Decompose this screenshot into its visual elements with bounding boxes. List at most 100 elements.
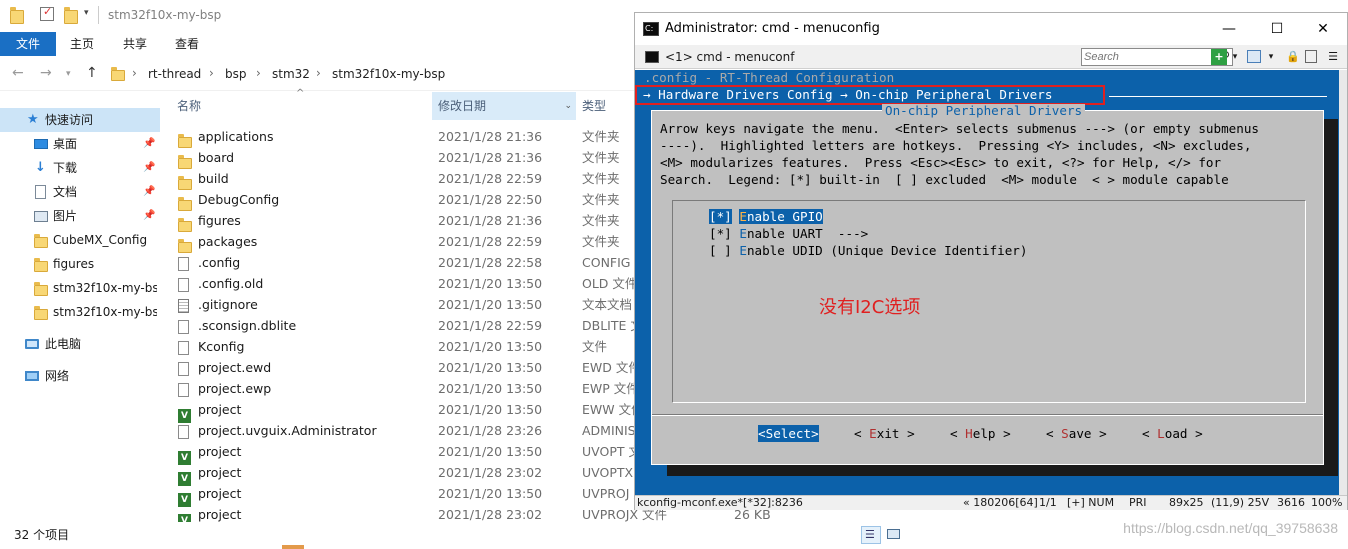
up-arrow-icon[interactable]: ↑: [86, 65, 98, 81]
panel-icon[interactable]: [1305, 50, 1317, 63]
file-date: 2021/1/28 22:58: [438, 255, 543, 270]
file-icon: [178, 257, 189, 271]
divider: [652, 415, 1323, 416]
tab-share[interactable]: 共享: [115, 32, 155, 56]
back-arrow-icon[interactable]: ←: [12, 65, 24, 81]
download-icon: ↓: [35, 160, 46, 175]
nav-item-label: figures: [53, 257, 95, 271]
nav-item-downloads[interactable]: ↓ 下载 📌: [0, 156, 160, 180]
button-label: ave >: [1068, 426, 1107, 441]
menu-item-enable-uart[interactable]: [*] Enable UART --->: [709, 225, 868, 242]
breadcrumb-bsp[interactable]: bsp: [225, 67, 247, 81]
menu-item-label: nable GPIO: [746, 209, 823, 224]
console-tab[interactable]: <1> cmd - menuconf: [641, 47, 794, 67]
large-icons-view-button[interactable]: [884, 526, 904, 544]
menu-item-label: nable UDID (Unique Device Identifier): [746, 243, 1028, 258]
file-date: 2021/1/20 13:50: [438, 339, 543, 354]
tab-file[interactable]: 文件: [0, 32, 56, 56]
pictures-icon: [34, 211, 48, 222]
console-tabbar: <1> cmd - menuconf ⚲ + ▾ ▾ 🔒 ☰: [635, 45, 1347, 69]
nav-item-cubemx-config[interactable]: CubeMX_Config: [0, 228, 160, 252]
console-area[interactable]: .config - RT-Thread Configuration → Hard…: [635, 70, 1339, 495]
console-scrollbar[interactable]: [1339, 70, 1347, 495]
window-title: Administrator: cmd - menuconfig: [665, 21, 880, 36]
button-label: elect>: [773, 426, 819, 441]
menu-item-hotkey: E: [739, 209, 747, 224]
status-position: « 180206[64]: [963, 496, 1038, 509]
nav-item-label: 图片: [53, 209, 78, 223]
annotation-text: 没有I2C选项: [819, 297, 921, 318]
chevron-down-icon[interactable]: ▾: [1263, 49, 1279, 65]
load-button[interactable]: < Load >: [1142, 425, 1203, 442]
nav-item-network[interactable]: 网络: [0, 364, 160, 388]
chevron-down-icon[interactable]: ▾: [1227, 49, 1243, 65]
help-text-line: <M> modularizes features. Press <Esc><Es…: [660, 155, 1222, 170]
tab-home[interactable]: 主页: [62, 32, 102, 56]
file-type: 文件夹: [582, 192, 620, 207]
properties-icon[interactable]: ✓: [40, 5, 54, 21]
maximize-button[interactable]: ☐: [1257, 17, 1297, 41]
help-text-line: Search. Legend: [*] built-in [ ] exclude…: [660, 172, 1229, 187]
chevron-down-icon[interactable]: ⌄: [564, 92, 572, 120]
file-type: EWD 文件: [582, 360, 641, 375]
breadcrumb-separator: ›: [316, 66, 321, 80]
exit-button[interactable]: < Exit >: [854, 425, 915, 442]
forward-arrow-icon[interactable]: →: [40, 65, 52, 81]
file-date: 2021/1/20 13:50: [438, 402, 543, 417]
nav-item-label: 此电脑: [45, 337, 82, 351]
dialog-title: On-chip Peripheral Drivers: [882, 104, 1086, 118]
new-console-icon[interactable]: +: [1211, 49, 1227, 65]
tab-view[interactable]: 查看: [167, 32, 207, 56]
nav-item-this-pc[interactable]: 此电脑: [0, 332, 160, 356]
network-icon: [25, 371, 39, 381]
pin-icon[interactable]: 📌: [143, 180, 155, 204]
window-layout-icon[interactable]: [1247, 50, 1261, 63]
button-bracket: <: [758, 426, 766, 441]
file-date: 2021/1/28 21:36: [438, 213, 543, 228]
new-folder-icon[interactable]: [64, 7, 78, 24]
watermark: https://blog.csdn.net/qq_39758638: [1123, 520, 1338, 536]
select-button[interactable]: <Select>: [758, 425, 819, 442]
file-name: project: [198, 402, 242, 417]
file-name: figures: [198, 213, 241, 228]
button-label: elp >: [972, 426, 1011, 441]
divider: [1109, 96, 1327, 97]
nav-item-pictures[interactable]: 图片 📌: [0, 204, 160, 228]
menu-icon[interactable]: ☰: [1325, 49, 1341, 65]
minimize-button[interactable]: —: [1209, 17, 1249, 41]
nav-item-label: 桌面: [53, 137, 78, 151]
pin-icon[interactable]: 📌: [143, 132, 155, 156]
help-button[interactable]: < Help >: [950, 425, 1011, 442]
close-button[interactable]: ✕: [1303, 17, 1343, 41]
menu-item-enable-gpio[interactable]: [*] Enable GPIO: [709, 208, 823, 225]
details-view-button[interactable]: ☰: [861, 526, 881, 544]
save-button[interactable]: < Save >: [1046, 425, 1107, 442]
pin-icon[interactable]: 📌: [143, 204, 155, 228]
file-type: 文件: [582, 339, 608, 354]
nav-item-documents[interactable]: 文档 📌: [0, 180, 160, 204]
breadcrumb-rt-thread[interactable]: rt-thread: [148, 67, 201, 81]
customize-quick-access-icon[interactable]: ▾: [84, 8, 89, 18]
button-hotkey: H: [965, 426, 973, 441]
nav-item-stm32f10x-my-bsp[interactable]: stm32f10x-my-bsp: [0, 276, 157, 300]
button-bracket: <: [1142, 426, 1158, 441]
menu-item-enable-udid[interactable]: [ ] Enable UDID (Unique Device Identifie…: [709, 242, 1027, 259]
console-status-bar: kconfig-mconf.exe*[*32]:8236 « 180206[64…: [635, 495, 1347, 510]
lock-icon[interactable]: 🔒: [1285, 49, 1301, 65]
breadcrumb-stm32f10x-my-bsp[interactable]: stm32f10x-my-bsp: [332, 67, 445, 81]
file-name: .gitignore: [198, 297, 258, 312]
file-name: build: [198, 171, 229, 186]
file-date: 2021/1/28 21:36: [438, 150, 543, 165]
nav-item-figures[interactable]: figures: [0, 252, 160, 276]
cmd-titlebar: C: Administrator: cmd - menuconfig — ☐ ✕: [635, 13, 1347, 45]
search-input[interactable]: [1084, 49, 1212, 65]
recent-locations-icon[interactable]: ▾: [66, 69, 71, 79]
column-header-name[interactable]: 名称: [177, 92, 427, 120]
nav-item-stm32f10x-my-bsp[interactable]: stm32f10x-my-bsp: [0, 300, 157, 324]
column-header-date[interactable]: 修改日期 ⌄: [432, 92, 576, 120]
nav-item-quick-access[interactable]: ★ 快速访问: [0, 108, 160, 132]
file-name: packages: [198, 234, 258, 249]
pin-icon[interactable]: 📌: [143, 156, 155, 180]
nav-item-desktop[interactable]: 桌面 📌: [0, 132, 160, 156]
breadcrumb-stm32[interactable]: stm32: [272, 67, 310, 81]
